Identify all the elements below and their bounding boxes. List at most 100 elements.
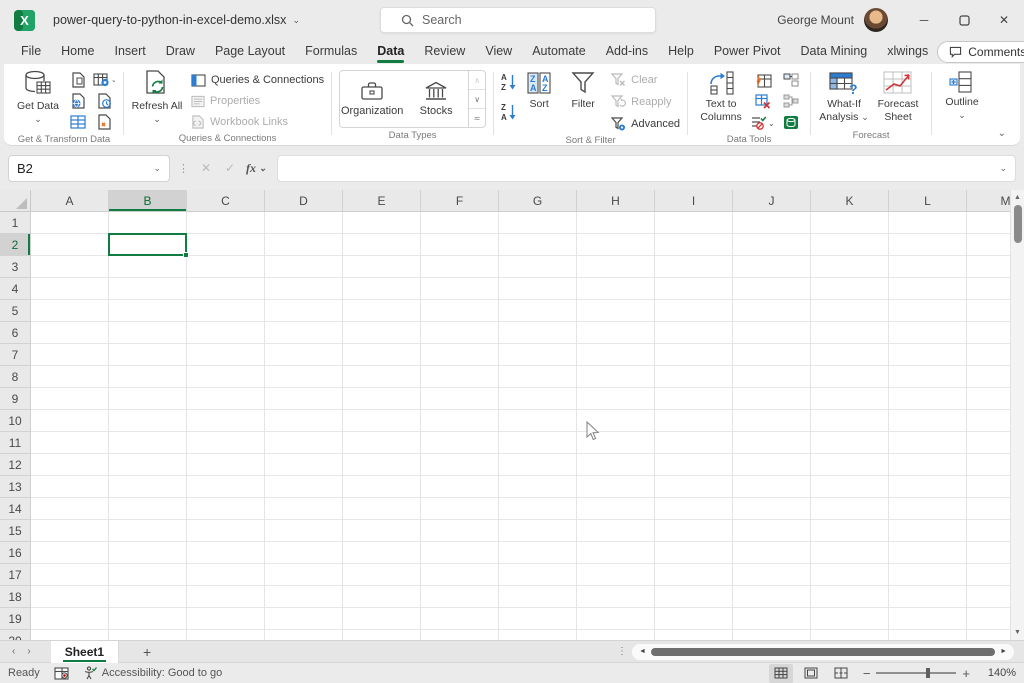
menu-tab-power-pivot[interactable]: Power Pivot — [705, 41, 790, 63]
row-header-11[interactable]: 11 — [0, 432, 30, 454]
row-header-12[interactable]: 12 — [0, 454, 30, 476]
document-title[interactable]: power-query-to-python-in-excel-demo.xlsx… — [53, 13, 300, 27]
properties-button[interactable]: Properties — [191, 92, 324, 110]
column-header-G[interactable]: G — [499, 190, 577, 211]
row-header-18[interactable]: 18 — [0, 586, 30, 608]
menu-tab-automate[interactable]: Automate — [523, 41, 595, 63]
menu-tab-page-layout[interactable]: Page Layout — [206, 41, 294, 63]
name-box[interactable]: B2 ⌄ — [8, 155, 170, 182]
expand-formula-bar-icon[interactable]: ⌄ — [999, 164, 1007, 173]
formula-bar-grip[interactable]: ⋮ — [174, 162, 192, 175]
row-header-15[interactable]: 15 — [0, 520, 30, 542]
reapply-filter-button[interactable]: Reapply — [611, 93, 680, 111]
scrollbar-grip[interactable]: ⋮ — [611, 646, 632, 657]
menu-tab-xlwings[interactable]: xlwings — [878, 41, 937, 63]
scroll-down-icon[interactable]: ▼ — [1014, 625, 1021, 640]
search-input[interactable]: Search — [380, 7, 656, 33]
column-header-L[interactable]: L — [889, 190, 967, 211]
column-header-F[interactable]: F — [421, 190, 499, 211]
excel-app-icon[interactable]: X — [14, 10, 35, 31]
menu-tab-data[interactable]: Data — [368, 41, 413, 63]
row-header-3[interactable]: 3 — [0, 256, 30, 278]
what-if-analysis-button[interactable]: ? What-If Analysis ⌄ — [818, 68, 870, 123]
menu-tab-insert[interactable]: Insert — [106, 41, 155, 63]
from-table-range-button[interactable] — [66, 112, 90, 132]
gallery-down-icon[interactable]: ∨ — [469, 89, 485, 108]
menu-tab-file[interactable]: File — [12, 41, 50, 63]
selected-cell-b2[interactable] — [108, 233, 187, 256]
column-header-I[interactable]: I — [655, 190, 733, 211]
text-to-columns-button[interactable]: Text to Columns — [695, 68, 747, 123]
recent-sources-button[interactable] — [92, 91, 116, 111]
existing-connections-button[interactable] — [92, 112, 116, 132]
filter-button[interactable]: Filter — [561, 68, 605, 111]
row-header-14[interactable]: 14 — [0, 498, 30, 520]
column-header-D[interactable]: D — [265, 190, 343, 211]
maximize-button[interactable] — [944, 0, 984, 40]
view-page-layout-button[interactable] — [799, 664, 823, 683]
sort-button[interactable]: ZAAZ Sort — [519, 68, 559, 111]
row-header-9[interactable]: 9 — [0, 388, 30, 410]
sheet-tab-sheet1[interactable]: Sheet1 — [51, 641, 119, 663]
menu-tab-home[interactable]: Home — [52, 41, 103, 63]
zoom-slider-handle[interactable] — [926, 668, 930, 678]
data-validation-button[interactable]: ⌄ — [749, 112, 777, 132]
advanced-filter-button[interactable]: Advanced — [611, 115, 680, 133]
formula-input[interactable]: ⌄ — [277, 155, 1016, 182]
scroll-right-icon[interactable]: ► — [997, 648, 1010, 655]
row-header-20[interactable]: 20 — [0, 630, 30, 640]
sort-descending-button[interactable]: ZA — [501, 101, 517, 123]
vertical-scrollbar[interactable]: ▲ ▼ — [1010, 190, 1024, 640]
row-header-7[interactable]: 7 — [0, 344, 30, 366]
minimize-button[interactable]: ─ — [904, 0, 944, 40]
cancel-button[interactable]: ✕ — [196, 161, 216, 175]
row-header-6[interactable]: 6 — [0, 322, 30, 344]
menu-tab-view[interactable]: View — [476, 41, 521, 63]
view-normal-button[interactable] — [769, 664, 793, 683]
worksheet-grid[interactable]: ABCDEFGHIJKLM 12345678910111213141516171… — [0, 190, 1024, 640]
collapse-ribbon-button[interactable]: ⌄ — [998, 128, 1006, 139]
column-header-H[interactable]: H — [577, 190, 655, 211]
row-header-4[interactable]: 4 — [0, 278, 30, 300]
enter-button[interactable]: ✓ — [220, 161, 240, 175]
zoom-level[interactable]: 140% — [980, 667, 1016, 679]
column-header-K[interactable]: K — [811, 190, 889, 211]
sort-ascending-button[interactable]: AZ — [501, 71, 517, 93]
outline-button[interactable]: Outline ⌄ — [939, 68, 985, 120]
menu-tab-help[interactable]: Help — [659, 41, 703, 63]
column-header-E[interactable]: E — [343, 190, 421, 211]
zoom-out-button[interactable]: − — [863, 666, 871, 681]
gallery-more-icon[interactable]: ≂ — [469, 108, 485, 127]
row-header-17[interactable]: 17 — [0, 564, 30, 586]
queries-connections-button[interactable]: Queries & Connections — [191, 71, 324, 89]
row-header-2[interactable]: 2 — [0, 234, 30, 256]
column-header-M[interactable]: M — [967, 190, 1010, 211]
menu-tab-review[interactable]: Review — [415, 41, 474, 63]
user-name[interactable]: George Mount — [777, 13, 854, 27]
row-header-5[interactable]: 5 — [0, 300, 30, 322]
menu-tab-add-ins[interactable]: Add-ins — [597, 41, 657, 63]
consolidate-button[interactable] — [779, 70, 803, 90]
relationships-button[interactable] — [779, 91, 803, 111]
sheet-nav-prev-icon[interactable]: ‹ — [0, 646, 27, 657]
flash-fill-button[interactable] — [749, 70, 777, 90]
avatar[interactable] — [864, 8, 888, 32]
column-header-B[interactable]: B — [109, 190, 187, 211]
row-header-13[interactable]: 13 — [0, 476, 30, 498]
view-page-break-button[interactable] — [829, 664, 853, 683]
from-picture-button[interactable]: ⌄ — [92, 70, 116, 90]
row-header-8[interactable]: 8 — [0, 366, 30, 388]
zoom-slider-track[interactable] — [876, 672, 956, 674]
comments-button[interactable]: Comments — [937, 41, 1024, 63]
accessibility-status[interactable]: Accessibility: Good to go — [83, 666, 222, 680]
stocks-data-type[interactable]: Stocks — [404, 71, 468, 127]
clear-filter-button[interactable]: Clear — [611, 71, 680, 89]
manage-data-model-button[interactable] — [779, 112, 803, 132]
sheet-nav-next-icon[interactable]: › — [27, 646, 42, 657]
gallery-up-icon[interactable]: ∧ — [469, 71, 485, 89]
refresh-all-button[interactable]: Refresh All ⌄ — [131, 68, 183, 125]
column-header-A[interactable]: A — [31, 190, 109, 211]
forecast-sheet-button[interactable]: Forecast Sheet — [872, 68, 924, 123]
get-data-button[interactable]: Get Data ⌄ — [12, 68, 64, 125]
row-header-19[interactable]: 19 — [0, 608, 30, 630]
